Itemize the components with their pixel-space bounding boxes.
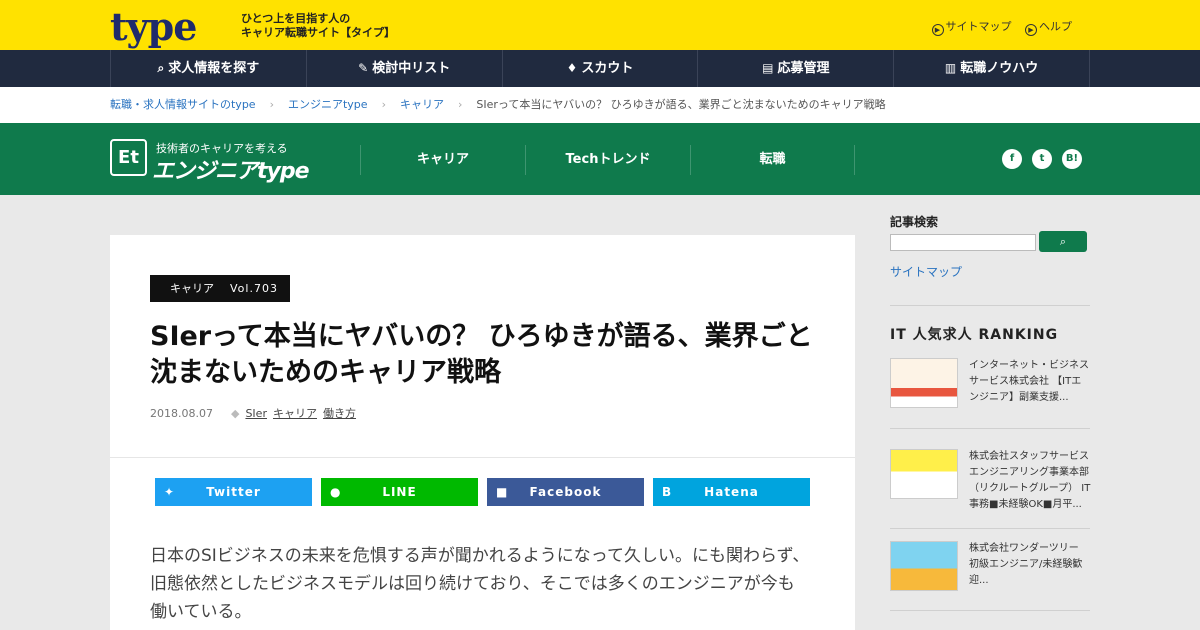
sidebar-divider — [890, 428, 1090, 429]
breadcrumb-item-career[interactable]: キャリア — [400, 98, 444, 111]
main-nav: ⌕ 求人情報を探す ✎ 検討中リスト ♦ スカウト ▤ 応募管理 ▥ 転職ノウハウ — [0, 50, 1200, 87]
sitemap-link-label: サイトマップ — [945, 20, 1012, 33]
ranking-title: IT 人気求人 RANKING — [890, 327, 1059, 343]
brand-name[interactable]: エンジニアtype — [152, 153, 310, 185]
twitter-icon[interactable]: t — [1032, 149, 1052, 169]
share-hatena-label: Hatena — [704, 485, 759, 499]
article-card: キャリア Vol.703 SIerって本当にヤバいの？ ひろゆきが語る、業界ごと沈… — [110, 235, 855, 630]
top-links: ▶ サイトマップ ▶ ヘルプ — [922, 18, 1072, 36]
tag-workstyle[interactable]: 働き方 — [323, 407, 356, 420]
facebook-icon: ■ — [496, 485, 509, 499]
sidebar-divider — [890, 305, 1090, 306]
article-date: 2018.08.07 — [150, 407, 213, 420]
nav-label: 検討中リスト — [372, 61, 451, 76]
search-icon: ⌕ — [1059, 235, 1067, 248]
social-links: f t B! — [1002, 149, 1092, 169]
tag-sier[interactable]: SIer — [245, 407, 267, 420]
et-logo-mark[interactable]: Et — [110, 139, 147, 176]
divider — [110, 457, 855, 458]
nav-label: スカウト — [581, 61, 634, 76]
top-bar: type ひとつ上を目指す人の キャリア転職サイト【タイプ】 ▶ サイトマップ ▶… — [0, 0, 1200, 50]
ranking-thumbnail — [890, 358, 958, 408]
article-search-label: 記事検索 — [890, 215, 939, 229]
nav-label: 求人情報を探す — [168, 61, 260, 76]
ranking-item-text: インターネット・ビジネスサービス株式会社 【ITエンジニア】副業支援... — [969, 360, 1089, 403]
site-tagline: ひとつ上を目指す人の キャリア転職サイト【タイプ】 — [241, 12, 395, 40]
facebook-icon[interactable]: f — [1002, 149, 1022, 169]
hatena-icon[interactable]: B! — [1062, 149, 1082, 169]
chevron-right-icon: › — [381, 98, 386, 111]
share-facebook-button[interactable]: ■ Facebook — [487, 478, 644, 506]
breadcrumb-item-engineer-type[interactable]: エンジニアtype — [288, 98, 368, 111]
form-icon: ▤ — [762, 61, 774, 75]
ranking-thumbnail — [890, 449, 958, 499]
nav-applications[interactable]: ▤ 応募管理 — [698, 50, 895, 87]
share-hatena-button[interactable]: B Hatena — [653, 478, 810, 506]
sidebar-divider — [890, 610, 1090, 611]
nav-search-jobs[interactable]: ⌕ 求人情報を探す — [111, 50, 307, 87]
ranking-item-text: 株式会社スタッフサービス エンジニアリング事業本部 （リクルートグループ） IT… — [969, 451, 1091, 510]
share-twitter-label: Twitter — [206, 485, 261, 499]
play-circle-icon: ▶ — [931, 24, 944, 36]
category-label: キャリア — [170, 282, 214, 295]
chevron-right-icon: › — [269, 98, 274, 111]
sidebar-sitemap-link[interactable]: サイトマップ — [890, 263, 962, 280]
share-twitter-button[interactable]: ✦ Twitter — [155, 478, 312, 506]
type-logo[interactable]: type — [110, 4, 197, 49]
tagline-line-2: キャリア転職サイト【タイプ】 — [241, 26, 395, 39]
nav-scout[interactable]: ♦ スカウト — [503, 50, 699, 87]
vol-label: Vol.703 — [230, 282, 278, 295]
line-icon: ● — [330, 485, 342, 499]
ranking-item-text: 株式会社ワンダーツリー 初級エンジニア/未経験歓迎... — [969, 543, 1083, 586]
share-line-button[interactable]: ● LINE — [321, 478, 478, 506]
tag-career[interactable]: キャリア — [273, 407, 317, 420]
breadcrumb-current: SIerって本当にヤバいの？ ひろゆきが語る、業界ごと沈まないためのキャリア戦略 — [476, 98, 886, 111]
twitter-icon: ✦ — [164, 485, 176, 499]
sitemap-link[interactable]: ▶ サイトマップ — [931, 20, 1012, 36]
search-icon: ⌕ — [157, 61, 165, 75]
share-buttons: ✦ Twitter ● LINE ■ Facebook B Hatena — [155, 478, 819, 506]
nav-label: 転職ノウハウ — [960, 61, 1039, 76]
nav-saved-list[interactable]: ✎ 検討中リスト — [307, 50, 503, 87]
thumb-icon: ♦ — [566, 61, 578, 75]
help-link-label: ヘルプ — [1039, 20, 1072, 33]
hatena-icon: B — [662, 485, 673, 499]
breadcrumb-item-top[interactable]: 転職・求人情報サイトのtype — [110, 98, 256, 111]
clip-icon: ✎ — [358, 61, 369, 75]
nav-knowhow[interactable]: ▥ 転職ノウハウ — [894, 50, 1090, 87]
article-search-button[interactable]: ⌕ — [1039, 231, 1087, 252]
ranking-thumbnail — [890, 541, 958, 591]
sidebar-divider — [890, 528, 1090, 529]
book-icon: ▥ — [944, 61, 957, 75]
category-nav-job-change[interactable]: 転職 — [690, 145, 855, 175]
category-nav-tech-trend[interactable]: Techトレンド — [525, 145, 690, 175]
share-line-label: LINE — [382, 485, 417, 499]
share-facebook-label: Facebook — [529, 485, 602, 499]
article-lead: 日本のSIビジネスの未来を危惧する声が聞かれるようになって久しい。にも関わらず、… — [150, 546, 810, 622]
play-circle-icon: ▶ — [1025, 24, 1037, 36]
help-link[interactable]: ▶ ヘルプ — [1025, 20, 1072, 36]
nav-label: 応募管理 — [777, 61, 830, 76]
article-title: SIerって本当にヤバいの？ ひろゆきが語る、業界ごと沈まないためのキャリア戦略 — [150, 321, 813, 388]
tag-icon: ◆ — [230, 407, 240, 420]
category-nav: キャリア Techトレンド 転職 — [360, 145, 855, 175]
article-meta: 2018.08.07 ◆ SIer キャリア 働き方 — [150, 405, 362, 421]
article-search-input[interactable] — [890, 234, 1036, 251]
chevron-right-icon: › — [457, 98, 463, 111]
breadcrumb: 転職・求人情報サイトのtype › エンジニアtype › キャリア › SIerって本当に… — [0, 87, 1200, 123]
category-nav-career[interactable]: キャリア — [360, 145, 525, 175]
category-badge: キャリア Vol.703 — [150, 275, 290, 302]
tagline-line-1: ひとつ上を目指す人の — [241, 12, 351, 25]
